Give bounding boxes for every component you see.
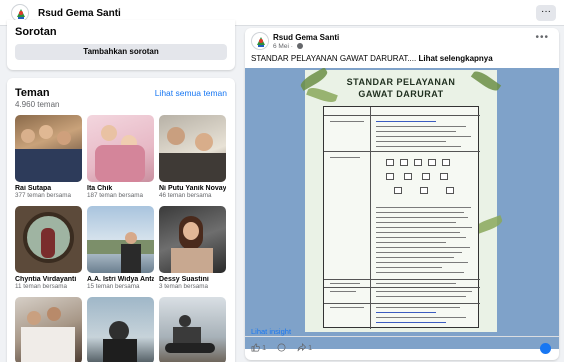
post-card: Rsud Gema Santi 6 Mei · ••• STANDAR PELA… <box>245 28 559 360</box>
highlights-card: Sorotan Tambahkan sorotan <box>7 20 235 70</box>
friend-photo[interactable] <box>15 206 82 273</box>
friend-mutual: 11 teman bersama <box>15 283 68 290</box>
like-icon <box>251 343 260 352</box>
audience-icon[interactable] <box>296 43 303 50</box>
friend-mutual: 3 teman bersama <box>159 283 209 290</box>
friend-photo[interactable] <box>15 115 82 182</box>
friend-tile[interactable]: Chyntia Virdayanti 11 teman bersama <box>15 206 82 290</box>
friend-mutual: 46 teman bersama <box>159 192 212 199</box>
friend-name[interactable]: A.A. Istri Widya Antari <box>87 276 154 283</box>
friend-mutual: 377 teman bersama <box>15 192 72 199</box>
friend-tile[interactable] <box>15 297 82 362</box>
friend-name[interactable]: Rai Sutapa <box>15 185 82 192</box>
friend-name[interactable]: Ni Putu Yanik Novayanti <box>159 185 226 192</box>
friend-name[interactable]: Ita Chik <box>87 185 154 192</box>
post-meta: 6 Mei · <box>273 43 303 50</box>
post-caption-text: STANDAR PELAYANAN GAWAT DARURAT.... <box>251 54 417 63</box>
friend-tile[interactable]: Rai Sutapa 377 teman bersama <box>15 115 82 199</box>
post-date[interactable]: 6 Mei · <box>273 43 293 50</box>
poster-title-line-2: GAWAT DARURAT <box>358 89 444 99</box>
poster-title-line-1: STANDAR PELAYANAN <box>346 77 456 87</box>
boost-icon[interactable] <box>540 343 551 354</box>
like-button[interactable]: 1 <box>251 343 266 352</box>
friends-count: 4.960 teman <box>15 100 60 109</box>
friends-title: Teman <box>15 87 50 99</box>
friend-name[interactable]: Dessy Suastini <box>159 276 226 283</box>
highlights-title: Sorotan <box>15 26 57 38</box>
friend-mutual: 187 teman bersama <box>87 192 144 199</box>
friend-tile[interactable]: Dessy Suastini 3 teman bersama <box>159 206 226 290</box>
post-author-name[interactable]: Rsud Gema Santi <box>273 33 339 42</box>
friend-tile[interactable] <box>87 297 154 362</box>
friend-tile[interactable]: A.A. Istri Widya Antari 15 teman bersama <box>87 206 154 290</box>
share-count: 1 <box>308 343 313 352</box>
page-title[interactable]: Rsud Gema Santi <box>38 8 121 19</box>
friends-card: Teman Lihat semua teman 4.960 teman Rai … <box>7 78 235 362</box>
view-insights-link[interactable]: Lihat insight <box>251 327 291 336</box>
like-count: 1 <box>262 343 267 352</box>
post-actions-bar: 1 1 <box>245 336 559 360</box>
friend-photo[interactable] <box>87 115 154 182</box>
share-button[interactable]: 1 <box>297 343 312 352</box>
add-highlight-button[interactable]: Tambahkan sorotan <box>15 44 227 60</box>
friend-tile[interactable] <box>159 297 226 362</box>
post-caption: STANDAR PELAYANAN GAWAT DARURAT.... Liha… <box>251 54 493 63</box>
friend-mutual: 15 teman bersama <box>87 283 140 290</box>
friend-photo[interactable] <box>159 115 226 182</box>
comment-button[interactable] <box>277 343 286 352</box>
post-options-icon[interactable]: ••• <box>535 32 549 43</box>
service-standard-table <box>323 106 480 329</box>
service-standard-poster: STANDAR PELAYANAN GAWAT DARURAT <box>298 68 504 332</box>
friend-tile[interactable]: Ni Putu Yanik Novayanti 46 teman bersama <box>159 115 226 199</box>
share-icon <box>297 343 306 352</box>
friend-tile[interactable]: Ita Chik 187 teman bersama <box>87 115 154 199</box>
friend-name[interactable]: Chyntia Virdayanti <box>15 276 82 283</box>
post-image[interactable]: STANDAR PELAYANAN GAWAT DARURAT <box>245 68 559 349</box>
comment-icon <box>277 343 286 352</box>
see-more-link[interactable]: Lihat selengkapnya <box>418 54 492 63</box>
friend-photo[interactable] <box>87 297 154 362</box>
see-all-friends-link[interactable]: Lihat semua teman <box>155 88 227 98</box>
post-author-avatar[interactable] <box>251 32 269 50</box>
friend-photo[interactable] <box>15 297 82 362</box>
friend-photo[interactable] <box>159 297 226 362</box>
friend-photo[interactable] <box>87 206 154 273</box>
friend-photo[interactable] <box>159 206 226 273</box>
more-options-button[interactable]: ··· <box>536 5 556 21</box>
